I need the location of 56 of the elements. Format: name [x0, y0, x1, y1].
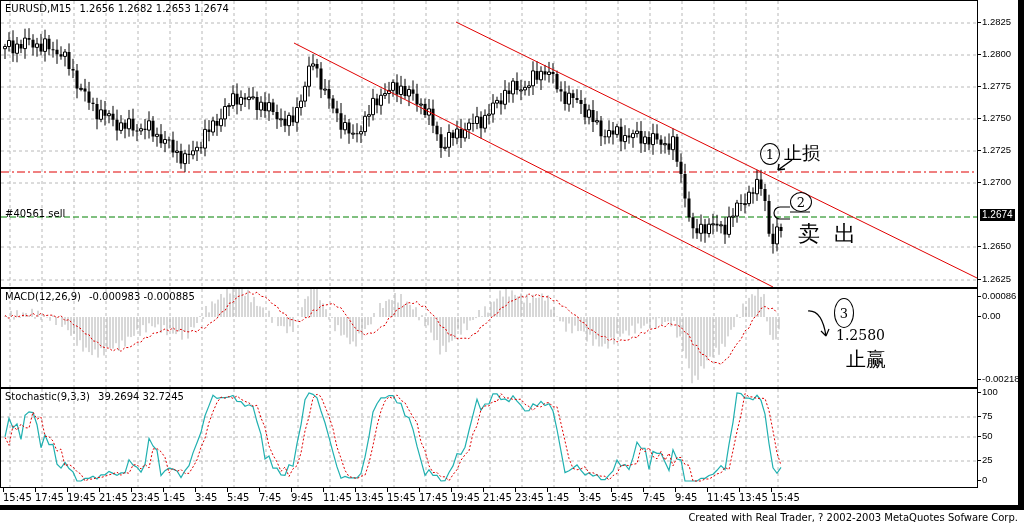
- time-axis-label: 23:45: [515, 488, 544, 504]
- time-axis-label: 5:45: [611, 488, 634, 504]
- handwritten-note: 止赢: [846, 348, 886, 370]
- price-axis-label: 1.2800: [978, 48, 1012, 60]
- indicator-title: MACD(12,26,9): [5, 291, 81, 302]
- price-axis-label: 1.2750: [978, 112, 1012, 124]
- time-axis-label: 17:45: [419, 488, 448, 504]
- time-axis-label: 9:45: [675, 488, 698, 504]
- handwritten-note: 1.2580: [836, 328, 885, 344]
- time-axis-label: 15:45: [3, 488, 32, 504]
- time-axis-label: 23:45: [131, 488, 160, 504]
- time-axis-label: 17:45: [35, 488, 64, 504]
- price-axis-label: 1.2825: [978, 16, 1012, 28]
- time-axis-label: 15:45: [387, 488, 416, 504]
- stochastic-axis-label: 100: [978, 386, 998, 398]
- price-quote: 1.2656 1.2682 1.2653 1.2674: [79, 3, 229, 14]
- price-axis-label: 1.2650: [978, 240, 1012, 252]
- time-axis-label: 1:45: [163, 488, 186, 504]
- time-axis-label: 19:45: [451, 488, 480, 504]
- handwritten-arrow-drawing: [807, 310, 830, 337]
- stochastic-axis-label: 0: [978, 474, 988, 486]
- macd-axis-label: 0.00: [978, 310, 1001, 322]
- chart-title: EURUSD,M15: [5, 3, 72, 14]
- price-axis-label: 1.2700: [978, 176, 1012, 188]
- time-axis-label: 21:45: [99, 488, 128, 504]
- time-axis-label: 1:45: [547, 488, 570, 504]
- time-axis-label: 7:45: [259, 488, 282, 504]
- indicator-values: -0.000983 -0.000885: [88, 291, 195, 302]
- order-label: #40561 sell: [5, 208, 66, 219]
- stochastic-axis-label: 50: [978, 430, 993, 442]
- handwritten-note: 止损: [784, 143, 820, 163]
- time-axis-label: 13:45: [355, 488, 384, 504]
- indicator-values: 39.2694 32.7245: [98, 391, 184, 402]
- time-axis-label: 3:45: [579, 488, 602, 504]
- macd-axis-label: 0.00086: [978, 290, 1017, 302]
- time-axis-label: 11:45: [707, 488, 736, 504]
- time-axis-label: 9:45: [291, 488, 314, 504]
- indicator-title: Stochastic(9,3,3): [5, 391, 90, 402]
- stochastic-axis-label: 25: [978, 454, 993, 466]
- time-axis-label: 15:45: [771, 488, 800, 504]
- handwritten-arrow-drawing: [777, 159, 793, 171]
- price-axis-label: 1.2775: [978, 80, 1012, 92]
- handwritten-note: 卖出: [798, 222, 870, 247]
- current-price-label: 1.2674: [980, 209, 1015, 221]
- footer-credit: Created with Real Trader, ? 2002-2003 MetaQuotes Sofware Corp.: [688, 512, 1018, 523]
- time-axis-label: 7:45: [643, 488, 666, 504]
- price-axis-label: 1.2625: [978, 273, 1012, 285]
- time-axis-label: 21:45: [483, 488, 512, 504]
- stochastic-axis-label: 75: [978, 410, 993, 422]
- time-axis-label: 5:45: [227, 488, 250, 504]
- time-axis-label: 11:45: [323, 488, 352, 504]
- handwritten-bracket-drawing: [773, 206, 811, 220]
- time-axis-label: 3:45: [195, 488, 218, 504]
- time-axis-label: 19:45: [67, 488, 96, 504]
- price-axis-label: 1.2725: [978, 144, 1012, 156]
- time-axis-label: 13:45: [739, 488, 768, 504]
